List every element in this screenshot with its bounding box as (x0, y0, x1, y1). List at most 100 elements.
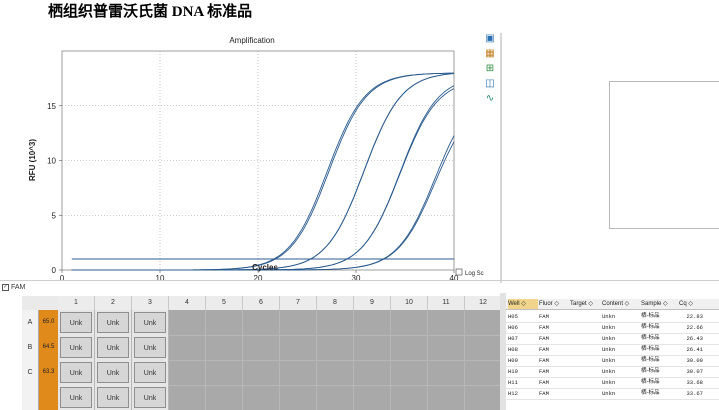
column-header-well[interactable]: Well ◇ (508, 299, 538, 309)
plate-well[interactable]: Unk (95, 385, 132, 410)
chart-settings-icon[interactable]: ▦ (484, 48, 496, 60)
column-header-content[interactable]: Content ◇ (602, 299, 640, 309)
column-header-sample[interactable]: Sample ◇ (641, 299, 678, 309)
plate-well[interactable] (206, 310, 243, 336)
well-content-label: Unk (60, 362, 92, 383)
plate-well[interactable] (243, 310, 280, 336)
plate-column-header[interactable]: 8 (317, 296, 354, 310)
chart-toolbar: ▣ ▦ ⊞ ◫ ∿ (484, 33, 498, 108)
export-icon[interactable]: ⊞ (484, 63, 496, 75)
plate-column-header[interactable]: 4 (169, 296, 206, 310)
fam-checkbox[interactable]: ✓ (2, 283, 9, 291)
plate-row-header[interactable]: A (22, 310, 38, 335)
well-content-label: Unk (97, 337, 129, 358)
plate-well[interactable] (317, 310, 354, 336)
plate-well[interactable] (169, 360, 206, 386)
column-header-fluor[interactable]: Fluor ◇ (539, 299, 569, 309)
plate-well[interactable] (317, 360, 354, 386)
plate-row-header[interactable]: C (22, 360, 38, 385)
cell-well: H05 (508, 313, 518, 320)
plate-well[interactable] (391, 360, 428, 386)
plate-well[interactable]: Unk (132, 360, 169, 386)
plate-well[interactable] (206, 360, 243, 386)
plate-column-header[interactable]: 9 (354, 296, 391, 310)
plate-column-header[interactable]: 10 (391, 296, 428, 310)
plate-well[interactable] (391, 310, 428, 336)
plate-column-header[interactable]: 6 (243, 296, 280, 310)
plate-well[interactable] (465, 385, 500, 410)
plate-well[interactable]: Unk (58, 385, 95, 410)
cell-fluor: FAM (539, 324, 549, 331)
plate-well[interactable] (280, 310, 317, 336)
y-tick-label: 10 (47, 157, 56, 166)
plate-well[interactable] (206, 335, 243, 361)
well-content-label: Unk (134, 362, 166, 383)
plate-row-header[interactable] (22, 385, 38, 410)
well-content-label: Unk (60, 387, 92, 408)
plate-well[interactable] (317, 385, 354, 410)
table-row[interactable]: H12 FAM Unkn 栖-标品 33.67 (506, 388, 719, 400)
plate-well[interactable]: Unk (58, 335, 95, 361)
copy-icon[interactable]: ▣ (484, 33, 496, 45)
cell-well: H06 (508, 324, 518, 331)
cell-target (570, 377, 601, 388)
plate-well[interactable]: Unk (132, 385, 169, 410)
plate-well[interactable] (243, 385, 280, 410)
plate-well[interactable]: Unk (58, 360, 95, 386)
plate-well[interactable] (465, 310, 500, 336)
cell-fluor: FAM (539, 335, 549, 342)
plate-well[interactable] (169, 385, 206, 410)
plate-well[interactable] (391, 335, 428, 361)
plate-well[interactable] (280, 360, 317, 386)
plate-well[interactable]: Unk (132, 310, 169, 336)
plate-well[interactable] (465, 335, 500, 361)
plate-well[interactable] (428, 310, 465, 336)
cell-content: Unkn (602, 335, 616, 342)
plate-well[interactable] (280, 335, 317, 361)
trace-icon[interactable]: ∿ (484, 93, 496, 105)
plate-well[interactable]: Unk (95, 360, 132, 386)
plate-column-header[interactable]: 1 (58, 296, 95, 310)
column-header-cq[interactable]: Cq ◇ (679, 299, 703, 309)
plate-well[interactable] (206, 385, 243, 410)
plate-well[interactable] (428, 385, 465, 410)
plate-well[interactable] (428, 335, 465, 361)
plate-row-header[interactable]: B (22, 335, 38, 360)
plate-well[interactable]: Unk (95, 335, 132, 361)
cell-fluor: FAM (539, 368, 549, 375)
plate-column-header[interactable]: 2 (95, 296, 132, 310)
plate-column-header[interactable]: 5 (206, 296, 243, 310)
plate-well[interactable] (354, 335, 391, 361)
plate-well[interactable] (317, 335, 354, 361)
plate-well[interactable] (428, 360, 465, 386)
plate-well[interactable] (243, 360, 280, 386)
chart-title: Amplification (229, 36, 274, 45)
plate-well[interactable] (169, 310, 206, 336)
y-axis-label: RFU (10^3) (28, 139, 37, 181)
plate-well[interactable] (354, 310, 391, 336)
plate-well[interactable]: Unk (132, 335, 169, 361)
plate-well[interactable] (391, 385, 428, 410)
page-title: 栖组织普雷沃氏菌 DNA 标准品 (48, 4, 253, 20)
plate-column-header[interactable]: 12 (465, 296, 500, 310)
plate-well[interactable]: Unk (95, 310, 132, 336)
plate-well[interactable] (465, 360, 500, 386)
cell-fluor: FAM (539, 357, 549, 364)
plate-well[interactable] (354, 385, 391, 410)
plate-well[interactable] (280, 385, 317, 410)
column-header-target[interactable]: Target ◇ (570, 299, 601, 309)
y-tick-label: 5 (52, 211, 57, 220)
cell-target (570, 311, 601, 322)
cell-target (570, 366, 601, 377)
cell-cq: 30.07 (686, 368, 703, 375)
plate-well[interactable] (243, 335, 280, 361)
plate-column-header[interactable]: 7 (280, 296, 317, 310)
plate-well[interactable]: Unk (58, 310, 95, 336)
cell-content: Unkn (602, 324, 616, 331)
plate-well[interactable] (169, 335, 206, 361)
zoom-icon[interactable]: ◫ (484, 78, 496, 90)
plate-column-header[interactable]: 3 (132, 296, 169, 310)
plate-column-header[interactable]: 11 (428, 296, 465, 310)
plate-well[interactable] (354, 360, 391, 386)
cell-fluor: FAM (539, 346, 549, 353)
